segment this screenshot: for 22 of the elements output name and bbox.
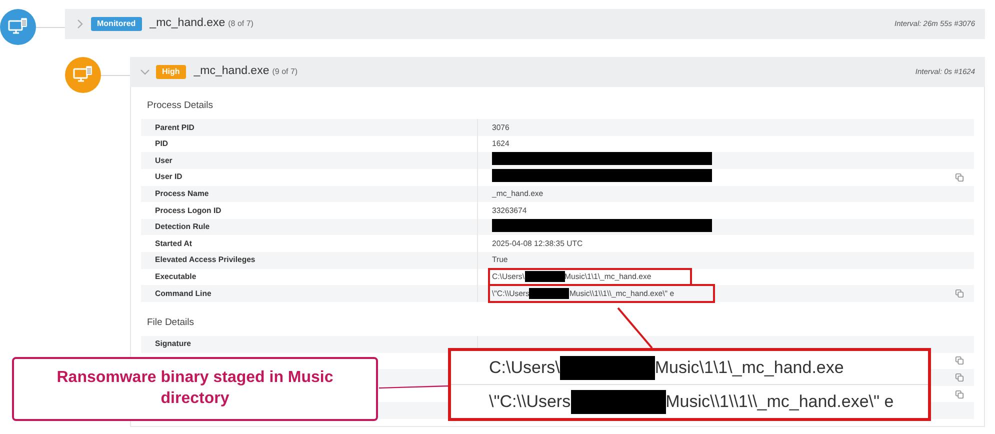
occurrence-count: (8 of 7) <box>228 18 254 30</box>
process-node[interactable] <box>65 57 101 93</box>
section-title: Process Details <box>147 99 214 113</box>
chevron-right-icon[interactable] <box>75 19 85 29</box>
process-node[interactable] <box>0 9 36 45</box>
zoomed-value: \"C:\\Users Music\\1\\1\\_mc_hand.exe\" e <box>489 388 894 414</box>
callout-text: Ransomware binary staged in Music directory <box>12 357 378 421</box>
zoomed-value: C:\Users\ Music\1\1\_mc_hand.exe <box>489 354 844 380</box>
status-tag: High <box>156 65 186 79</box>
chevron-down-icon[interactable] <box>140 67 150 77</box>
occurrence-count: (9 of 7) <box>272 66 298 78</box>
section-title: File Details <box>147 316 195 330</box>
copy-icon[interactable] <box>955 172 964 182</box>
redaction-block <box>529 288 570 299</box>
redaction-block <box>524 271 564 282</box>
process-name: _mc_hand.exe <box>150 16 226 32</box>
status-tag: Monitored <box>91 17 142 31</box>
copy-icon[interactable] <box>955 288 964 298</box>
process-name: _mc_hand.exe <box>194 64 270 80</box>
computer-icon <box>8 17 28 37</box>
leader-line <box>378 385 448 389</box>
computer-icon <box>73 65 93 85</box>
